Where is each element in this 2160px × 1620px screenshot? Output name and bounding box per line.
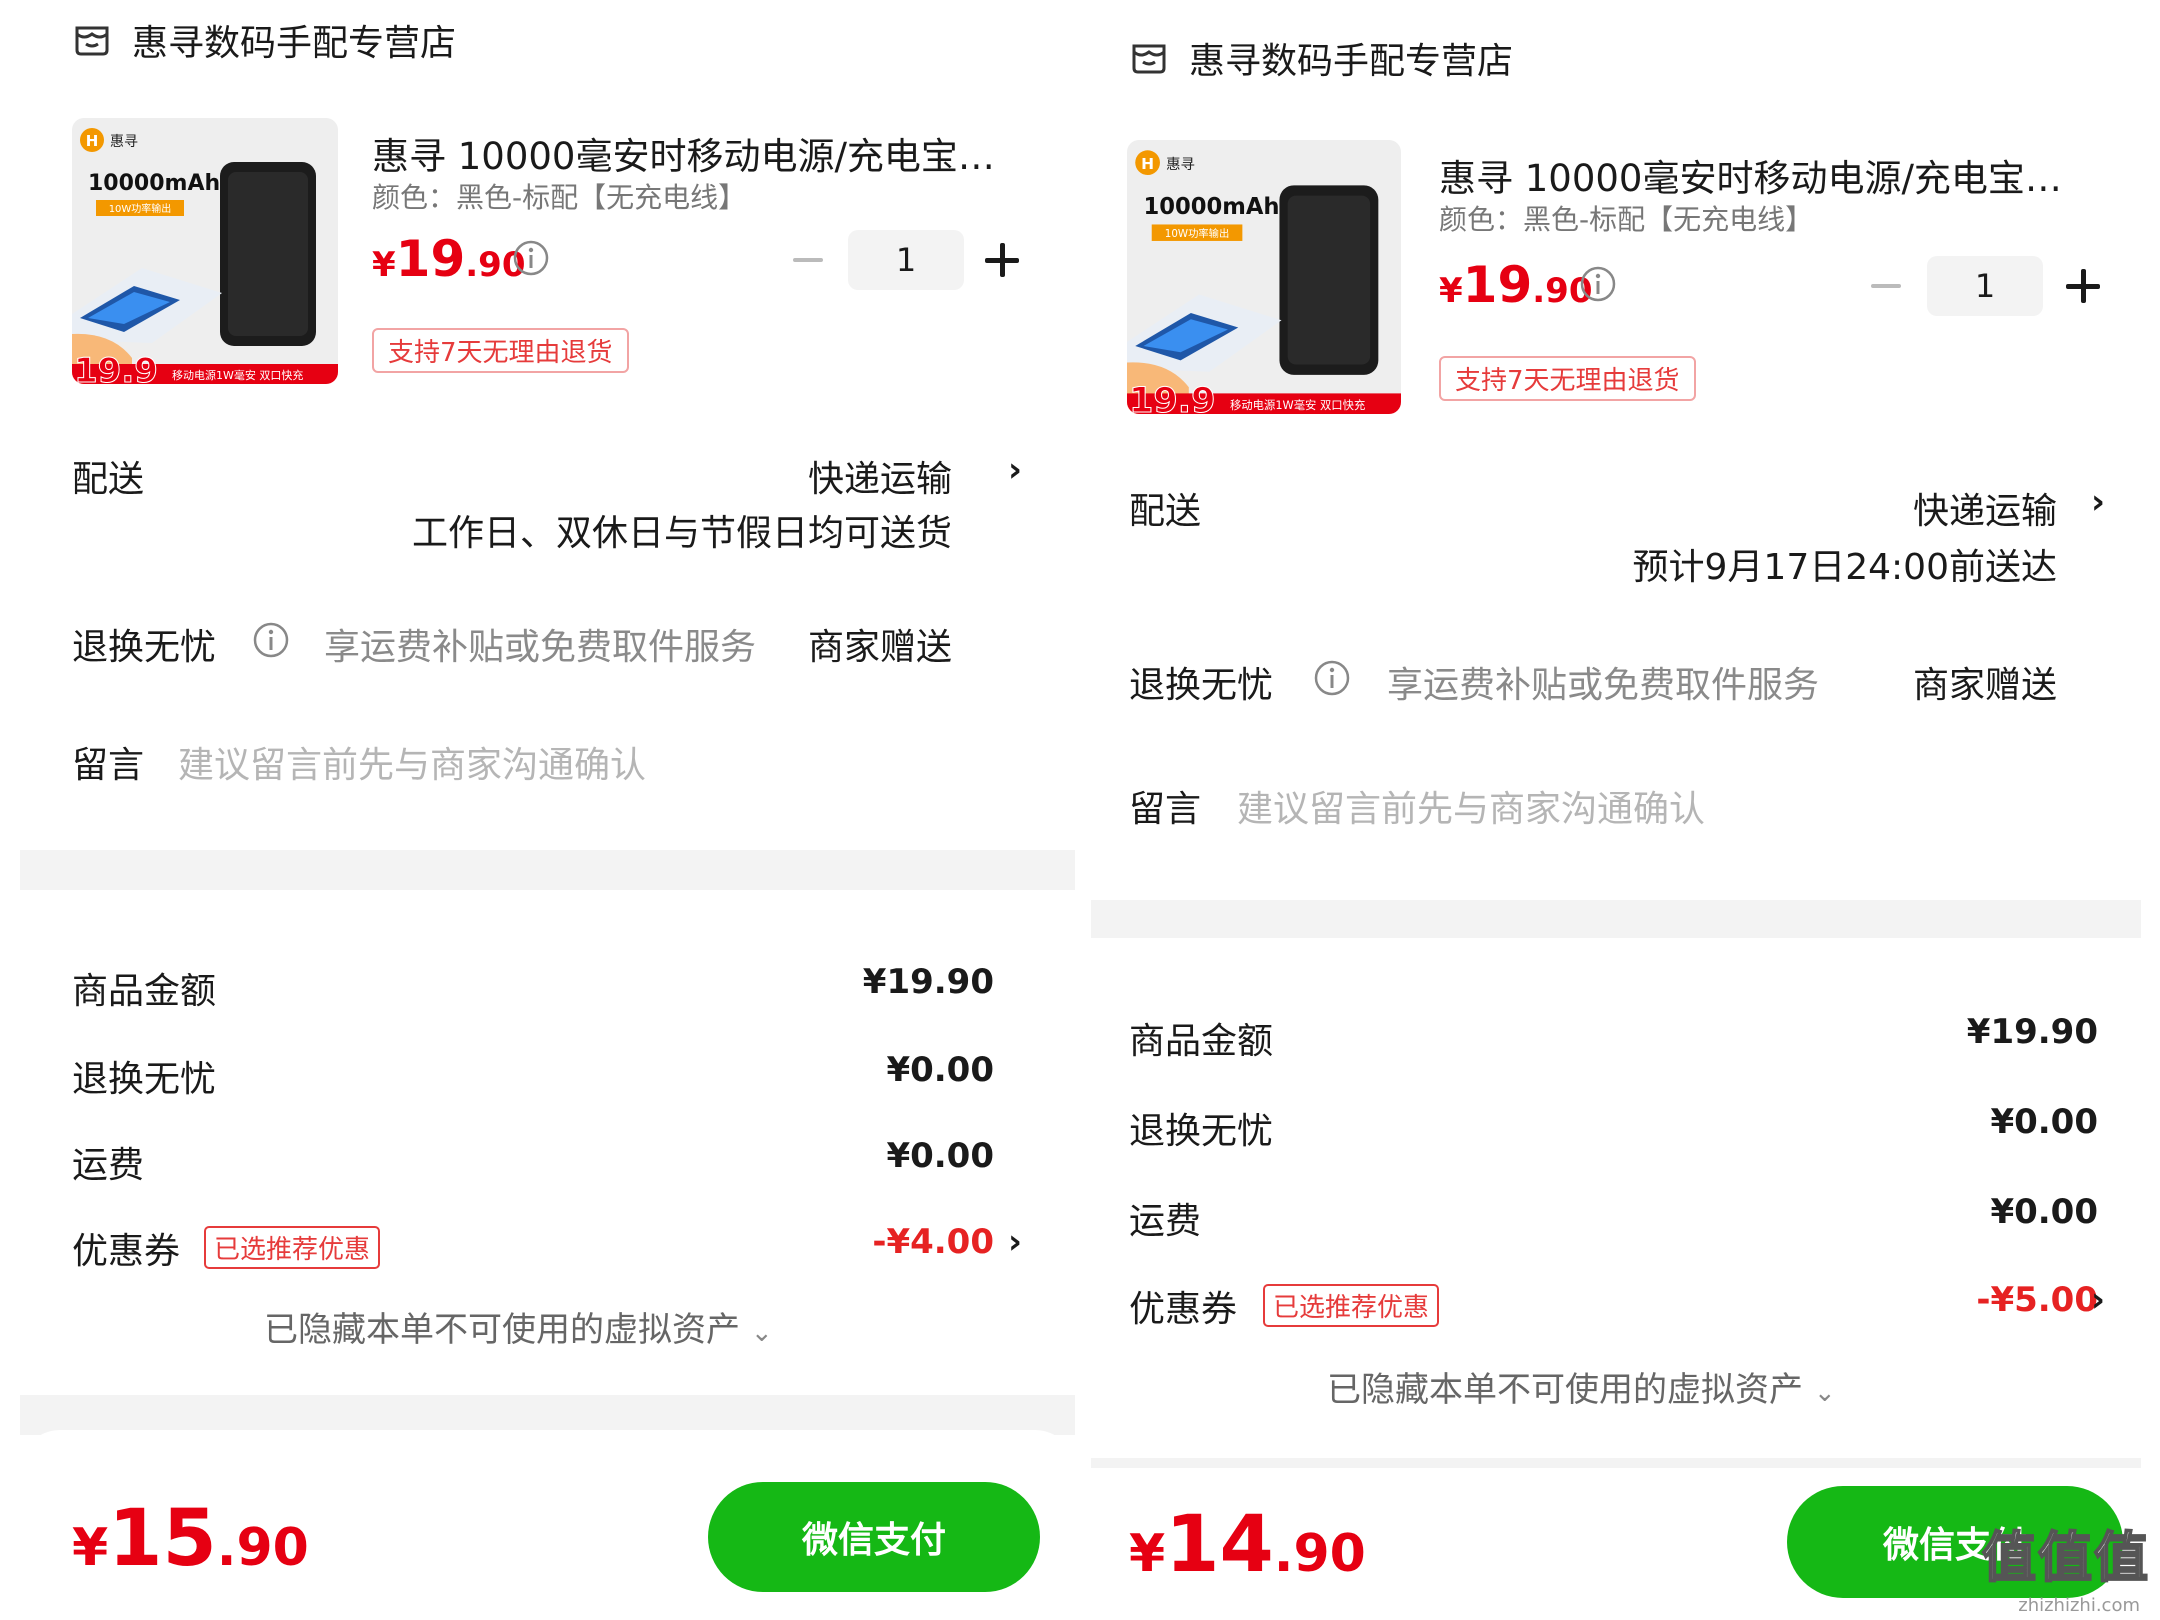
quantity-input[interactable]: 1: [848, 230, 964, 290]
delivery-label: 配送: [72, 459, 145, 500]
svg-text:惠寻: 惠寻: [110, 134, 138, 150]
increase-quantity-button[interactable]: [985, 243, 1019, 277]
chevron-right-icon[interactable]: ›: [2091, 482, 2105, 522]
hidden-assets-label: 已隐藏本单不可使用的虚拟资产: [1327, 1370, 1803, 1410]
product-price: ¥19.90: [372, 230, 526, 288]
order-panel-right: 惠寻数码手配专营店 H 惠寻 10000mAh 10W功率输出 19.9 移动电…: [1091, 0, 2160, 1620]
store-name: 惠寻数码手配专营店: [1189, 41, 1514, 82]
store-icon: [1132, 44, 1166, 74]
chevron-down-icon: ⌄: [750, 1318, 773, 1348]
decrease-quantity-button[interactable]: [1871, 284, 1901, 288]
quantity-input[interactable]: 1: [1927, 256, 2043, 316]
svg-text:惠寻: 惠寻: [1166, 156, 1195, 173]
order-card: [1091, 0, 2141, 900]
order-panel-left: 惠寻数码手配专营店 H 惠寻 10000mAh 10W功率输出 19.9 移动电…: [0, 0, 1080, 1620]
section-divider: [1091, 1458, 2141, 1468]
coupon-value[interactable]: -¥4.00: [872, 1222, 994, 1262]
product-spec[interactable]: 颜色：黑色-标配【无充电线】: [1439, 198, 1813, 238]
svg-text:10000mAh: 10000mAh: [1143, 194, 1279, 220]
product-thumbnail[interactable]: H 惠寻 10000mAh 10W功率输出 19.9 移动电源1W毫安 双口快充: [72, 118, 338, 384]
section-divider: [20, 850, 1075, 890]
message-label: 留言: [1129, 789, 1202, 830]
worry-free-fee-label: 退换无忧: [72, 1059, 217, 1100]
price-info-icon[interactable]: [512, 239, 550, 277]
svg-text:H: H: [1141, 155, 1154, 173]
goods-amount-value: ¥19.90: [1966, 1012, 2098, 1052]
chevron-right-icon[interactable]: ›: [2091, 1280, 2105, 1320]
store-icon: [75, 26, 109, 56]
coupon-tag: 已选推荐优惠: [204, 1226, 381, 1269]
hidden-assets-label: 已隐藏本单不可使用的虚拟资产: [264, 1310, 740, 1350]
power-bank-image: H 惠寻 10000mAh 10W功率输出 19.9 移动电源1W毫安 双口快充: [1127, 140, 1401, 414]
wechat-pay-button[interactable]: 微信支付: [708, 1482, 1040, 1592]
worry-free-desc: 享运费补贴或免费取件服务: [324, 627, 757, 668]
chevron-down-icon: ⌄: [1813, 1378, 1836, 1408]
delivery-method[interactable]: 快递运输: [808, 450, 952, 502]
coupon-label: 优惠券: [1129, 1289, 1238, 1330]
worry-free-label: 退换无忧: [1129, 665, 1274, 706]
delivery-note: 预计9月17日24:00前送达: [1632, 547, 2057, 588]
product-thumbnail[interactable]: H 惠寻 10000mAh 10W功率输出 19.9 移动电源1W毫安 双口快充: [1127, 140, 1401, 414]
return-policy-badge: 支持7天无理由退货: [372, 328, 629, 373]
shipping-value: ¥0.00: [886, 1136, 994, 1176]
svg-text:10W功率输出: 10W功率输出: [1165, 227, 1229, 240]
shipping-value: ¥0.00: [1990, 1192, 2098, 1232]
decrease-quantity-button[interactable]: [793, 258, 823, 262]
worry-free-label: 退换无忧: [72, 627, 217, 668]
worry-free-fee-value: ¥0.00: [886, 1050, 994, 1090]
svg-text:10000mAh: 10000mAh: [88, 171, 220, 196]
product-title[interactable]: 惠寻 10000毫安时移动电源/充电宝…: [372, 126, 995, 180]
delivery-method[interactable]: 快递运输: [1913, 482, 2057, 534]
message-input[interactable]: 建议留言前先与商家沟通确认: [1237, 780, 1705, 832]
product-price: ¥19.90: [1439, 256, 1593, 314]
message-input[interactable]: 建议留言前先与商家沟通确认: [178, 736, 646, 788]
worry-free-info-icon[interactable]: [1313, 659, 1351, 697]
worry-free-value: 商家赠送: [1912, 665, 2057, 706]
product-spec[interactable]: 颜色：黑色-标配【无充电线】: [372, 176, 746, 216]
watermark-logo: 值值值: [1981, 1525, 2150, 1590]
delivery-label: 配送: [1129, 491, 1202, 532]
svg-text:移动电源1W毫安 双口快充: 移动电源1W毫安 双口快充: [172, 368, 303, 382]
store-header[interactable]: 惠寻数码手配专营店: [72, 14, 456, 66]
total-price: ¥15.90: [72, 1494, 309, 1584]
svg-text:H: H: [86, 132, 99, 150]
store-header[interactable]: 惠寻数码手配专营店: [1129, 32, 1513, 84]
shipping-label: 运费: [1129, 1201, 1202, 1242]
section-card-edge: [20, 1430, 1075, 1470]
worry-free-value: 商家赠送: [807, 627, 952, 668]
goods-amount-value: ¥19.90: [862, 962, 994, 1002]
watermark-url: zhizhizhi.com: [2018, 1595, 2140, 1616]
section-divider: [1091, 900, 2141, 938]
coupon-tag: 已选推荐优惠: [1263, 1284, 1440, 1327]
hidden-assets-toggle[interactable]: 已隐藏本单不可使用的虚拟资产 ⌄: [264, 1302, 773, 1351]
section-divider: [20, 1395, 1075, 1435]
svg-text:10W功率输出: 10W功率输出: [109, 202, 172, 215]
store-name: 惠寻数码手配专营店: [132, 23, 457, 64]
total-price: ¥14.90: [1129, 1500, 1366, 1590]
worry-free-fee-value: ¥0.00: [1990, 1102, 2098, 1142]
worry-free-info-icon[interactable]: [252, 621, 290, 659]
power-bank-image: H 惠寻 10000mAh 10W功率输出 19.9 移动电源1W毫安 双口快充: [72, 118, 338, 384]
chevron-right-icon[interactable]: ›: [1008, 450, 1022, 490]
return-policy-badge: 支持7天无理由退货: [1439, 356, 1696, 401]
worry-free-fee-label: 退换无忧: [1129, 1111, 1274, 1152]
coupon-value[interactable]: -¥5.00: [1976, 1280, 2098, 1320]
svg-text:移动电源1W毫安 双口快充: 移动电源1W毫安 双口快充: [1230, 398, 1365, 412]
product-title[interactable]: 惠寻 10000毫安时移动电源/充电宝…: [1439, 148, 2062, 202]
goods-amount-label: 商品金额: [72, 971, 217, 1012]
svg-text:19.9: 19.9: [1129, 380, 1215, 414]
coupon-label: 优惠券: [72, 1231, 181, 1272]
hidden-assets-toggle[interactable]: 已隐藏本单不可使用的虚拟资产 ⌄: [1327, 1362, 1836, 1411]
goods-amount-label: 商品金额: [1129, 1021, 1274, 1062]
shipping-label: 运费: [72, 1145, 145, 1186]
worry-free-desc: 享运费补贴或免费取件服务: [1387, 665, 1820, 706]
message-label: 留言: [72, 745, 145, 786]
price-info-icon[interactable]: [1579, 265, 1617, 303]
delivery-note: 工作日、双休日与节假日均可送货: [411, 513, 952, 554]
svg-text:19.9: 19.9: [74, 351, 158, 384]
increase-quantity-button[interactable]: [2066, 269, 2100, 303]
chevron-right-icon[interactable]: ›: [1008, 1222, 1022, 1262]
